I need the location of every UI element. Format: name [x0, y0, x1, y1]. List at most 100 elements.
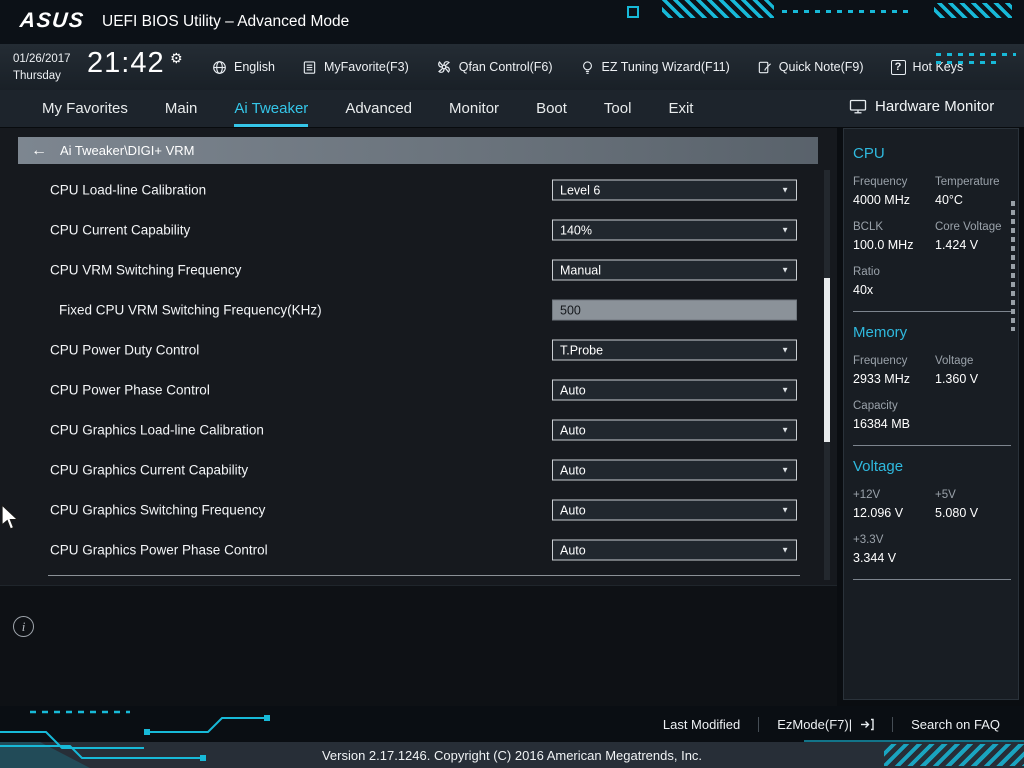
question-box-icon: ?	[890, 59, 906, 75]
setting-row: CPU Power Phase Control Auto ▼	[0, 370, 837, 410]
breadcrumb-path: Ai Tweaker\DIGI+ VRM	[60, 143, 195, 158]
setting-row: CPU Load-line Calibration Level 6 ▼	[0, 170, 837, 210]
clock: 21:42	[87, 47, 165, 79]
circuit-decoration	[627, 6, 639, 18]
hw-metric-value: 5.080 V	[935, 506, 979, 520]
cpu-graphics-load-line-calibration-dropdown[interactable]: Auto ▼	[552, 419, 797, 441]
tab-boot[interactable]: Boot	[536, 90, 567, 127]
scrollbar-thumb[interactable]	[824, 278, 830, 442]
hw-metric: +5V 5.080 V	[935, 489, 1017, 520]
version-text: Version 2.17.1246. Copyright (C) 2016 Am…	[321, 747, 703, 763]
last-modified-label: Last Modified	[662, 716, 741, 732]
monitor-icon	[849, 99, 867, 113]
tab-main[interactable]: Main	[165, 90, 198, 127]
circuit-decoration	[934, 3, 1012, 18]
chevron-down-icon: ▼	[781, 505, 789, 515]
favorite-list-icon	[303, 60, 316, 74]
hw-metric-value: 1.424 V	[935, 238, 979, 252]
hw-metric-label: Voltage	[935, 355, 974, 367]
circuit-decoration	[782, 10, 912, 13]
date: 01/26/2017	[13, 53, 71, 65]
hot-keys-label: Hot Keys	[912, 60, 964, 74]
cpu-load-line-calibration-dropdown[interactable]: Level 6 ▼	[552, 179, 797, 201]
hw-metric: Temperature 40°C	[935, 176, 1017, 207]
tab-my-favorites[interactable]: My Favorites	[42, 90, 128, 127]
hw-section-cpu: CPU Frequency 4000 MHz Temperature 40°C …	[853, 145, 1018, 312]
ezmode-button[interactable]: EzMode(F7)|	[759, 717, 892, 732]
chevron-down-icon: ▼	[781, 385, 789, 395]
back-arrow-icon[interactable]: ←	[18, 142, 60, 160]
cpu-graphics-current-capability-dropdown[interactable]: Auto ▼	[552, 459, 797, 481]
hardware-monitor-header: Hardware Monitor	[849, 98, 994, 115]
hw-metric-label: BCLK	[853, 221, 884, 233]
hw-metric-value: 40°C	[935, 193, 963, 207]
hw-metric: Frequency 4000 MHz	[853, 176, 935, 207]
globe-icon	[213, 60, 226, 74]
hw-metric-value: 1.360 V	[935, 372, 979, 386]
note-pencil-icon	[758, 61, 771, 73]
qfan-label: Qfan Control(F6)	[458, 60, 553, 74]
search-faq-button[interactable]: Search on FAQ	[893, 717, 1018, 732]
setting-row: Fixed CPU VRM Switching Frequency(KHz) 5…	[0, 290, 837, 330]
setting-label: CPU Graphics Current Capability	[50, 462, 249, 478]
cpu-graphics-switching-frequency-dropdown[interactable]: Auto ▼	[552, 499, 797, 521]
chevron-down-icon: ▼	[781, 265, 789, 275]
myfavorite-label: MyFavorite(F3)	[324, 60, 409, 74]
toolbar: 01/26/2017 Thursday 21:42 ⚙ English MyFa…	[0, 44, 1024, 91]
title-bar: ASUS UEFI BIOS Utility – Advanced Mode	[0, 0, 1024, 44]
dropdown-value: Auto	[560, 383, 586, 397]
fixed-vrm-frequency-input[interactable]: 500	[552, 299, 797, 321]
quick-note-label: Quick Note(F9)	[778, 60, 864, 74]
cpu-power-duty-control-dropdown[interactable]: T.Probe ▼	[552, 339, 797, 361]
dropdown-value: Auto	[560, 463, 586, 477]
hot-keys-button[interactable]: ? Hot Keys	[890, 59, 964, 75]
setting-row: CPU Current Capability 140% ▼	[0, 210, 837, 250]
hw-metric-label: Frequency	[853, 355, 908, 367]
setting-label: CPU Power Duty Control	[50, 342, 200, 358]
language-button[interactable]: English	[212, 60, 275, 75]
setting-row: CPU Graphics Current Capability Auto ▼	[0, 450, 837, 490]
setting-label: CPU Graphics Load-line Calibration	[50, 422, 264, 438]
hw-metric-value: 12.096 V	[853, 506, 904, 520]
hw-metric-label: Frequency	[853, 176, 908, 188]
ezmode-label: EzMode(F7)|	[777, 716, 853, 732]
hw-section-memory: Memory Frequency 2933 MHz Voltage 1.360 …	[853, 324, 1018, 446]
hw-metric: BCLK 100.0 MHz	[853, 221, 935, 252]
setting-row: CPU VRM Switching Frequency Manual ▼	[0, 250, 837, 290]
cpu-graphics-power-phase-control-dropdown[interactable]: Auto ▼	[552, 539, 797, 561]
date-display: 01/26/2017 Thursday	[13, 51, 71, 84]
setting-label: CPU Power Phase Control	[50, 382, 210, 398]
cpu-current-capability-dropdown[interactable]: 140% ▼	[552, 219, 797, 241]
hw-metric: +3.3V 3.344 V	[853, 534, 935, 565]
hw-metric: Core Voltage 1.424 V	[935, 221, 1017, 252]
myfavorite-button[interactable]: MyFavorite(F3)	[302, 60, 409, 75]
last-modified-button[interactable]: Last Modified	[645, 717, 758, 732]
tab-tool[interactable]: Tool	[604, 90, 632, 127]
hardware-monitor-title: Hardware Monitor	[875, 98, 995, 115]
scrollbar[interactable]	[824, 170, 830, 580]
hw-metric: Voltage 1.360 V	[935, 355, 1017, 386]
toolbar-buttons: English MyFavorite(F3) Qfan Control(F6) …	[212, 44, 963, 90]
cpu-power-phase-control-dropdown[interactable]: Auto ▼	[552, 379, 797, 401]
hw-metric-label: Core Voltage	[935, 221, 1002, 233]
cpu-vrm-switching-frequency-dropdown[interactable]: Manual ▼	[552, 259, 797, 281]
hw-metric-label: Temperature	[935, 176, 1000, 188]
tab-ai-tweaker[interactable]: Ai Tweaker	[234, 90, 309, 127]
tab-advanced[interactable]: Advanced	[345, 90, 412, 127]
tab-monitor[interactable]: Monitor	[449, 90, 499, 127]
ez-tuning-wizard-button[interactable]: EZ Tuning Wizard(F11)	[580, 60, 730, 75]
circuit-decoration	[662, 0, 774, 18]
setting-row: CPU Graphics Power Phase Control Auto ▼	[0, 530, 837, 570]
qfan-control-button[interactable]: Qfan Control(F6)	[436, 59, 553, 75]
hw-section-voltage: Voltage +12V 12.096 V +5V 5.080 V +3.3V …	[853, 458, 1018, 580]
clock-settings-gear-icon[interactable]: ⚙	[170, 50, 183, 67]
quick-note-button[interactable]: Quick Note(F9)	[757, 60, 864, 75]
hw-metric-value: 40x	[853, 283, 874, 297]
circuit-decoration	[884, 744, 1024, 766]
hw-scrollbar[interactable]	[1011, 201, 1015, 331]
hw-metric-label: +12V	[853, 489, 881, 501]
setting-row: CPU Power Duty Control T.Probe ▼	[0, 330, 837, 370]
tab-exit[interactable]: Exit	[668, 90, 693, 127]
dropdown-value: Auto	[560, 503, 586, 517]
hw-metric-value: 100.0 MHz	[853, 238, 914, 252]
